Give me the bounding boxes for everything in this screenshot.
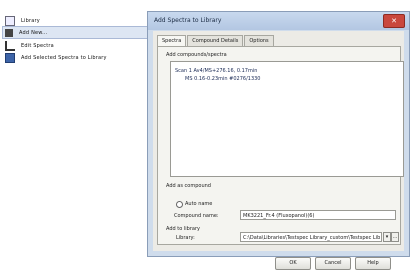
close-icon: ✕ xyxy=(391,17,397,25)
dialog-title: Add Spectra to Library xyxy=(154,17,222,24)
auto-name-label: Auto name xyxy=(185,201,213,207)
menu-item-edit-spectra[interactable]: Edit Spectra xyxy=(3,40,147,51)
library-browse-button[interactable]: … xyxy=(391,232,399,242)
list-icon xyxy=(5,52,15,63)
menu-item-label: Library xyxy=(21,17,40,24)
add-to-library-label: Add to library xyxy=(166,226,200,232)
more-icon: … xyxy=(392,234,398,240)
add-spectra-dialog: Add Spectra to Library ✕ Spectra Compoun… xyxy=(147,11,410,270)
tab-options[interactable]: Options xyxy=(244,35,274,46)
edit-icon xyxy=(5,40,15,51)
ok-button[interactable]: OK xyxy=(275,257,311,270)
compounds-group-label: Add compounds/spectra xyxy=(166,52,227,58)
cancel-button[interactable]: Cancel xyxy=(315,257,351,270)
tree-item-scan[interactable]: Scan 1 Av4/MS+276.16, 0.17min xyxy=(175,68,257,74)
compound-name-field[interactable]: MK3221_Fr.4 (Fluxopanol)(6) xyxy=(240,210,396,220)
library-label: Library: xyxy=(176,235,195,241)
tab-panel: Add compounds/spectra Scan 1 Av4/MS+276.… xyxy=(157,46,404,245)
dialog-body: Spectra Compound Details Options Add com… xyxy=(153,31,404,270)
add-new-icon xyxy=(5,28,13,37)
close-button[interactable]: ✕ xyxy=(383,14,405,28)
auto-name-radio[interactable] xyxy=(176,201,183,208)
spectra-tree[interactable]: Scan 1 Av4/MS+276.16, 0.17min MS 0.16-0.… xyxy=(170,61,404,177)
tab-strip: Spectra Compound Details Options xyxy=(157,35,275,47)
menu-item-add-new[interactable]: Add New... xyxy=(2,26,148,39)
library-icon xyxy=(5,15,15,26)
tree-item-ms[interactable]: MS 0.16-0.23min #0276/1330 xyxy=(185,76,261,82)
menu-item-label: Add Selected Spectra to Library xyxy=(21,54,107,61)
menu-item-label: Edit Spectra xyxy=(21,42,54,49)
help-button[interactable]: Help xyxy=(355,257,391,270)
tab-compound-details[interactable]: Compound Details xyxy=(187,35,244,46)
title-bar[interactable]: Add Spectra to Library ✕ xyxy=(148,12,409,30)
compound-name-label: Compound name: xyxy=(174,213,219,219)
library-select[interactable]: C:\Data\Libraries\Testspec Library_custo… xyxy=(240,232,382,242)
menu-item-label: Add New... xyxy=(19,29,48,36)
menu-item-add-selected[interactable]: Add Selected Spectra to Library xyxy=(3,52,147,63)
context-menu: Library Add New... Edit Spectra Add Sele… xyxy=(2,14,148,64)
add-as-compound-label: Add as compound xyxy=(166,183,211,189)
chevron-down-icon: ▾ xyxy=(385,234,389,240)
menu-item-library[interactable]: Library xyxy=(3,15,147,26)
library-dropdown-button[interactable]: ▾ xyxy=(383,232,391,242)
